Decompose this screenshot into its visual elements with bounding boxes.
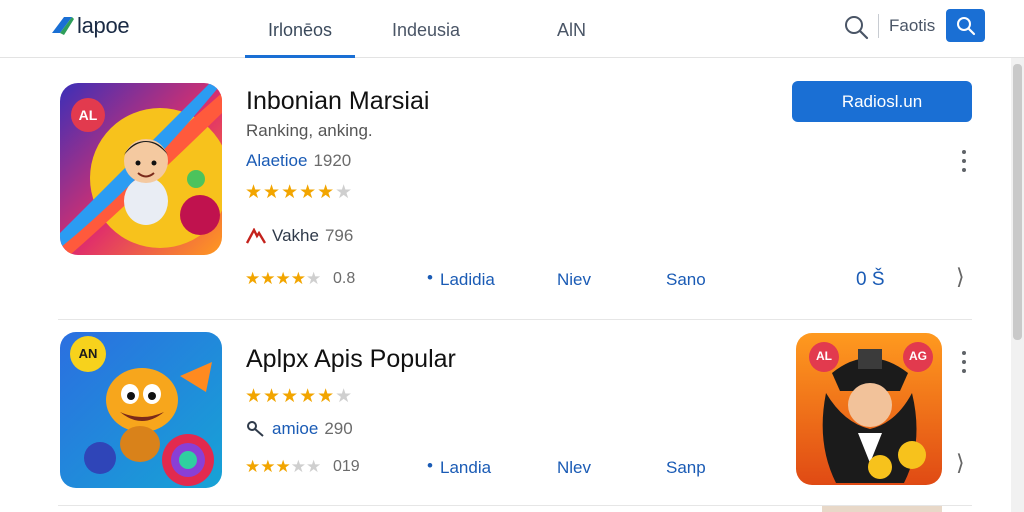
size-link[interactable]: Sano <box>666 270 706 290</box>
arrow-right-icon[interactable]: ⟩ <box>956 451 965 476</box>
app-meta-row: ★★★★★ 019 • Landia Nlev Sanp ⟩ <box>58 451 972 481</box>
tab-label: Irlonēos <box>267 20 333 40</box>
publisher-count: 796 <box>324 226 354 245</box>
facts-link[interactable]: Faotis <box>889 16 935 36</box>
app-subtitle: Ranking, anking. <box>246 121 373 140</box>
header-divider <box>878 14 879 38</box>
publisher-name[interactable]: amioe <box>272 419 318 439</box>
developer-line: Alaetioe 1920 <box>246 151 351 171</box>
app-title[interactable]: Inbonian Marsiai <box>246 87 429 116</box>
view-link[interactable]: Nlev <box>557 458 591 478</box>
region-link[interactable]: Landia <box>440 458 491 478</box>
install-button[interactable]: Radiosl.un <box>792 81 972 122</box>
app-title[interactable]: Aplpx Apis Popular <box>246 345 456 374</box>
tab-indonesia[interactable]: Indeusia <box>392 20 460 58</box>
region-link[interactable]: Ladidia <box>440 270 495 290</box>
count-link[interactable]: 0 Š <box>856 269 885 291</box>
size-link[interactable]: Sanp <box>666 458 706 478</box>
rating-stars: ★★★★★★ <box>245 181 354 203</box>
next-card-peek <box>822 506 942 512</box>
link-icon <box>247 421 264 437</box>
app-badge: AL <box>78 107 98 123</box>
scrollbar[interactable] <box>1011 58 1024 512</box>
publisher-count: 290 <box>324 419 353 438</box>
app-icon[interactable]: AL <box>60 83 222 255</box>
developer-name[interactable]: Alaetioe <box>246 151 307 171</box>
publisher-line: Vakhe 796 <box>246 226 353 246</box>
bullet-icon: • <box>427 268 433 287</box>
publisher-name[interactable]: Vakhe <box>272 226 319 246</box>
app-badge: AN <box>78 346 98 361</box>
rating-stars: ★★★★★★ <box>245 385 354 407</box>
user-search-icon <box>956 16 975 35</box>
tab-rankings[interactable]: Irlonēos <box>245 20 355 58</box>
tab-all[interactable]: AlN <box>557 20 586 58</box>
publisher-line: amioe 290 <box>246 419 353 439</box>
user-search-button[interactable] <box>946 9 985 42</box>
search-icon[interactable] <box>843 14 869 40</box>
arrow-right-icon[interactable]: ⟩ <box>956 265 965 290</box>
app-badge: AG <box>909 349 927 363</box>
logo-icon <box>52 17 74 35</box>
top-header: lapoe Irlonēos Indeusia AlN Faotis <box>0 0 1024 58</box>
more-options-icon[interactable] <box>961 150 967 172</box>
app-card[interactable]: AL Inbonian Marsiai Ranking, anking. Ala… <box>58 58 972 320</box>
publisher-logo-icon <box>246 228 266 244</box>
developer-count: 1920 <box>313 151 352 170</box>
small-rating-count: 0.8 <box>333 270 356 287</box>
small-rating-stars: ★★★★★ <box>245 457 322 477</box>
scrollbar-thumb[interactable] <box>1013 64 1022 340</box>
more-options-icon[interactable] <box>961 351 967 373</box>
view-link[interactable]: Niev <box>557 270 591 290</box>
app-badge: AL <box>816 349 832 363</box>
small-rating-count: 019 <box>333 458 360 475</box>
logo-text: lapoe <box>77 13 130 38</box>
tab-label: Indeusia <box>392 20 461 40</box>
app-logo[interactable]: lapoe <box>50 10 130 42</box>
tab-label: AlN <box>557 20 587 40</box>
bullet-icon: • <box>427 456 433 475</box>
app-card[interactable]: AN Aplpx Apis Popular ★★★★★★ amioe 290 A… <box>58 321 972 506</box>
small-rating-stars: ★★★★★ <box>245 269 322 289</box>
app-meta-row: ★★★★★ 0.8 • Ladidia Niev Sano 0 Š ⟩ <box>58 265 972 293</box>
